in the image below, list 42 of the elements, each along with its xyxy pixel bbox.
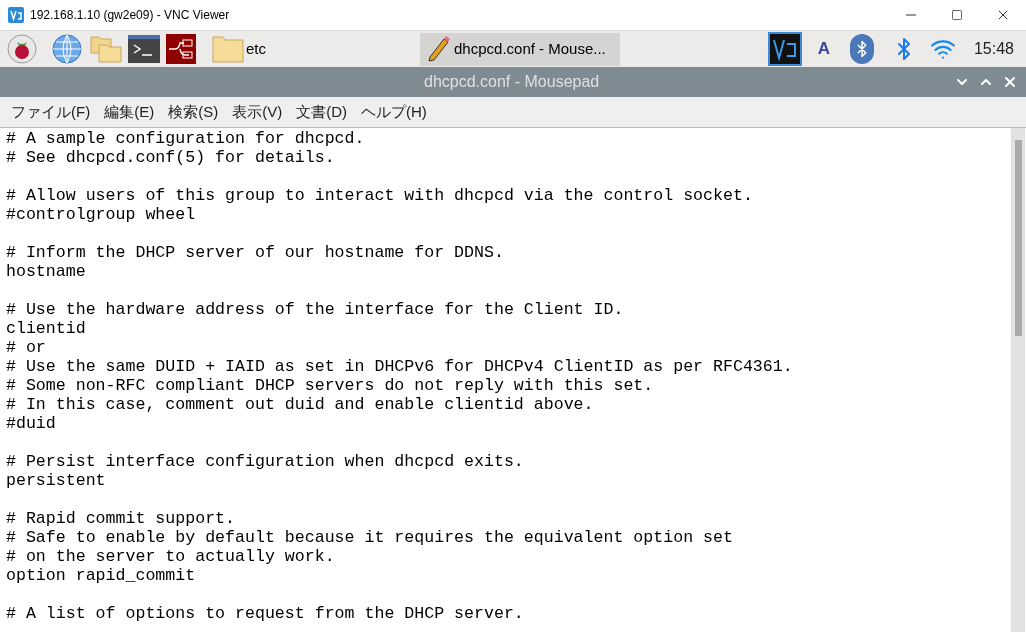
code-line: # Persist interface configuration when dhcpcd exits. xyxy=(6,452,524,471)
editor-title: dhcpcd.conf - Mousepad xyxy=(424,72,600,92)
code-line: # See dhcpcd.conf(5) for details. xyxy=(6,148,335,167)
menu-item[interactable]: 文書(D) xyxy=(289,100,354,124)
code-line: clientid xyxy=(6,319,86,338)
menu-item[interactable]: 表示(V) xyxy=(225,100,290,124)
folder-label[interactable]: etc xyxy=(246,37,266,61)
clock: 15:48 xyxy=(973,39,1014,59)
task-button[interactable]: dhcpcd.conf - Mouse... xyxy=(420,32,620,66)
terminal-icon[interactable] xyxy=(128,35,160,63)
code-line: # or xyxy=(6,338,46,357)
node-flow-icon[interactable] xyxy=(166,34,196,64)
menu-item[interactable]: 検索(S) xyxy=(161,100,226,124)
code-line: option rapid_commit xyxy=(6,566,196,585)
code-line: # Rapid commit support. xyxy=(6,509,236,528)
vnc-logo-icon xyxy=(8,7,24,23)
code-line: persistent xyxy=(6,471,106,490)
code-line: # Use the hardware address of the interface for the Client ID. xyxy=(6,300,624,319)
code-line: # Some non-RFC compliant DHCP servers do not reply with this set. xyxy=(6,376,654,395)
window-title: 192.168.1.10 (gw2e09) - VNC Viewer xyxy=(30,7,230,24)
code-line: # Use the same DUID + IAID as set in DHCPv6 for DHCPv4 ClientID as per RFC4361. xyxy=(6,357,793,376)
code-line: # Inform the DHCP server of our hostname for DDNS. xyxy=(6,243,504,262)
code-line: # Allow users of this group to interact with dhcpcd via the control socket. xyxy=(6,186,753,205)
vnc-tray-icon[interactable] xyxy=(767,32,802,66)
menu-item[interactable]: ヘルプ(H) xyxy=(354,100,434,124)
menu-item[interactable]: 編集(E) xyxy=(97,100,162,124)
code-line: # A list of options to request from the DHCP server. xyxy=(6,604,524,623)
globe-icon[interactable] xyxy=(52,34,82,64)
maximize-icon[interactable] xyxy=(951,9,963,21)
raspberry-menu-icon[interactable] xyxy=(7,34,37,64)
code-line: # A sample configuration for dhcpcd. xyxy=(6,129,365,148)
code-line: #controlgroup wheel xyxy=(6,205,196,224)
keyboard-layout-indicator[interactable]: A xyxy=(817,36,830,62)
menu-item[interactable]: ファイル(F) xyxy=(4,100,98,124)
code-line: # Safe to enable by default because it requires the equivalent option set xyxy=(6,528,733,547)
code-line: # on the server to actually work. xyxy=(6,547,335,566)
code-line: #duid xyxy=(6,414,56,433)
scrollbar[interactable] xyxy=(1011,128,1025,632)
code-line: hostname xyxy=(6,262,86,281)
pencil-icon xyxy=(426,35,450,63)
code-line: # In this case, comment out duid and enable clientid above. xyxy=(6,395,594,414)
bluetooth-badge-icon[interactable] xyxy=(849,34,874,64)
